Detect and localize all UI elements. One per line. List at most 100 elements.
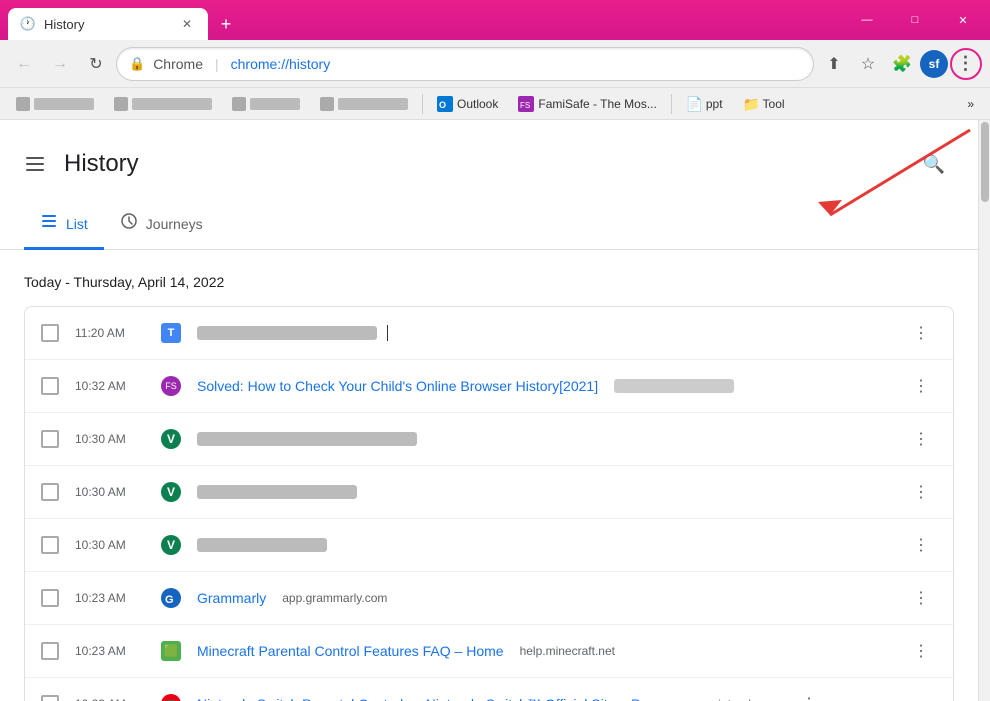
journeys-tab-icon (120, 212, 138, 235)
more-bookmarks-button[interactable]: » (959, 93, 982, 115)
list-tab-label: List (66, 216, 88, 232)
v-favicon-icon-3: V (161, 429, 181, 449)
extensions-button[interactable]: 🧩 (886, 48, 918, 80)
v-favicon-icon-4: V (161, 482, 181, 502)
scrollbar-thumb[interactable] (981, 122, 989, 202)
search-history-button[interactable]: 🔍 (914, 144, 954, 184)
outlook-label: Outlook (457, 97, 498, 111)
row-time-5: 10:30 AM (75, 538, 145, 552)
reload-button[interactable]: ↻ (80, 48, 112, 80)
history-section: Today - Thursday, April 14, 2022 11:20 A… (0, 250, 978, 701)
browser-frame: 🕐 History ✕ + — □ ✕ ← → ↻ 🔒 Chrome | chr… (0, 0, 990, 701)
profile-button[interactable]: sf (920, 50, 948, 78)
row-more-8[interactable]: ⋮ (793, 688, 825, 701)
window-controls: — □ ✕ (844, 0, 990, 40)
journeys-tab-label: Journeys (146, 216, 203, 232)
date-header: Today - Thursday, April 14, 2022 (24, 274, 954, 290)
row-title-7[interactable]: Minecraft Parental Control Features FAQ … (197, 643, 889, 659)
hamburger-line-3 (26, 169, 44, 171)
bookmark-separator-2 (671, 94, 672, 114)
row-title-1[interactable]: blurred (197, 325, 889, 341)
ppt-label: ppt (706, 97, 723, 111)
tab-close-button[interactable]: ✕ (178, 15, 196, 33)
row-more-2[interactable]: ⋮ (905, 370, 937, 402)
svg-text:FS: FS (520, 101, 530, 110)
bookmark-tools[interactable]: 📁 Tool (735, 92, 793, 116)
row-domain-7: help.minecraft.net (520, 644, 615, 658)
table-row: 10:32 AM FS Solved: How to Check Your Ch… (25, 360, 953, 413)
bookmark-item-3[interactable] (224, 93, 308, 115)
row-title-6[interactable]: Grammarly app.grammarly.com (197, 590, 889, 606)
bookmark-separator-1 (422, 94, 423, 114)
forward-button[interactable]: → (44, 48, 76, 80)
table-row: 10:23 AM 🟩 Minecraft Parental Control Fe… (25, 625, 953, 678)
famisafe-favicon: FS (518, 96, 534, 112)
blurred-title-5: blurred (197, 538, 327, 552)
list-tab-icon (40, 212, 58, 235)
row-checkbox-1[interactable] (41, 324, 59, 342)
minimize-button[interactable]: — (844, 4, 890, 36)
row-more-1[interactable]: ⋮ (905, 317, 937, 349)
row-checkbox-2[interactable] (41, 377, 59, 395)
chrome-menu-button[interactable]: ⋮ (950, 48, 982, 80)
back-button[interactable]: ← (8, 48, 40, 80)
tab-journeys[interactable]: Journeys (104, 200, 219, 250)
bookmark-item-4[interactable] (312, 93, 416, 115)
hamburger-line-1 (26, 157, 44, 159)
row-checkbox-5[interactable] (41, 536, 59, 554)
bookmark-outlook[interactable]: O Outlook (429, 92, 506, 116)
grammarly-favicon-icon: G (161, 588, 181, 608)
blurred-title-1: blurred (197, 326, 377, 340)
close-button[interactable]: ✕ (940, 4, 986, 36)
row-checkbox-3[interactable] (41, 430, 59, 448)
active-tab[interactable]: 🕐 History ✕ (8, 8, 208, 40)
row-title-3[interactable]: blurred (197, 432, 889, 446)
row-more-4[interactable]: ⋮ (905, 476, 937, 508)
famisafe-label: FamiSafe - The Mos... (538, 97, 656, 111)
bookmark-button[interactable]: ☆ (852, 48, 884, 80)
blurred-title-4: blurred (197, 485, 357, 499)
tab-bar: 🕐 History ✕ + — □ ✕ (0, 0, 990, 40)
address-bar[interactable]: 🔒 Chrome | chrome://history (116, 47, 814, 81)
tab-list[interactable]: List (24, 200, 104, 250)
table-row: 10:30 AM V blurred ⋮ (25, 519, 953, 572)
hamburger-menu-button[interactable] (24, 152, 48, 176)
tab-favicon: 🕐 (20, 16, 36, 32)
row-time-6: 10:23 AM (75, 591, 145, 605)
row-more-5[interactable]: ⋮ (905, 529, 937, 561)
row-more-6[interactable]: ⋮ (905, 582, 937, 614)
table-row: 10:23 AM G Grammarly app.grammarly.com ⋮ (25, 572, 953, 625)
new-tab-button[interactable]: + (212, 10, 240, 38)
page-title: History (64, 150, 139, 178)
row-checkbox-7[interactable] (41, 642, 59, 660)
row-favicon-7: 🟩 (161, 641, 181, 661)
row-title-text-8: Nintendo Switch Parental Controls – Nint… (197, 696, 667, 701)
history-title-area: History (24, 150, 139, 178)
row-checkbox-6[interactable] (41, 589, 59, 607)
share-button[interactable]: ⬆ (818, 48, 850, 80)
row-title-2[interactable]: Solved: How to Check Your Child's Online… (197, 378, 889, 394)
tab-title: History (44, 17, 84, 32)
row-favicon-3: V (161, 429, 181, 449)
maximize-button[interactable]: □ (892, 4, 938, 36)
bookmark-famisafe[interactable]: FS FamiSafe - The Mos... (510, 92, 664, 116)
bookmark-ppt[interactable]: 📄 ppt (678, 92, 731, 116)
row-checkbox-4[interactable] (41, 483, 59, 501)
scrollbar[interactable] (978, 120, 990, 701)
row-more-7[interactable]: ⋮ (905, 635, 937, 667)
address-separator: | (215, 56, 219, 72)
bookmark-item-2[interactable] (106, 93, 220, 115)
address-lock-icon: 🔒 (129, 56, 145, 72)
row-title-text-6: Grammarly (197, 590, 266, 606)
table-row: 10:30 AM V blurred ⋮ (25, 466, 953, 519)
row-title-5[interactable]: blurred (197, 538, 889, 552)
row-checkbox-8[interactable] (41, 695, 59, 701)
row-title-4[interactable]: blurred (197, 485, 889, 499)
bookmarks-bar: O Outlook FS FamiSafe - The Mos... 📄 ppt… (0, 88, 990, 120)
bookmark-item-1[interactable] (8, 93, 102, 115)
row-more-3[interactable]: ⋮ (905, 423, 937, 455)
blurred-domain-2: blurred (614, 379, 734, 393)
row-title-text-2: Solved: How to Check Your Child's Online… (197, 378, 598, 394)
row-title-8[interactable]: Nintendo Switch Parental Controls – Nint… (197, 696, 777, 701)
text-cursor-1 (387, 325, 388, 341)
